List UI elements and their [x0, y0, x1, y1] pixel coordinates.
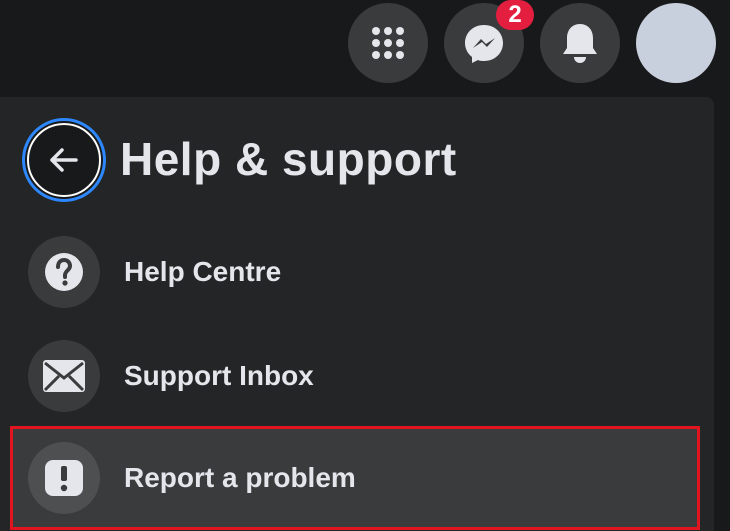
menu-item-label: Support Inbox [124, 360, 314, 391]
back-button-ring [27, 123, 101, 197]
back-button[interactable] [22, 118, 106, 202]
support-inbox-icon-wrap [28, 340, 100, 412]
menu-item-label: Report a problem [124, 462, 356, 493]
exclamation-icon [45, 460, 83, 496]
grid-menu-icon [372, 27, 404, 59]
messenger-badge: 2 [496, 0, 534, 30]
bell-icon [563, 24, 597, 63]
notifications-button[interactable] [540, 3, 620, 83]
avatar[interactable] [636, 3, 716, 83]
help-centre-icon-wrap [28, 236, 100, 308]
menu-item-support-inbox[interactable]: Support Inbox [12, 326, 696, 426]
envelope-icon [43, 360, 85, 392]
menu-item-label: Help Centre [124, 256, 282, 287]
arrow-left-icon [50, 148, 78, 172]
menu-item-help-centre[interactable]: Help Centre [12, 222, 696, 322]
report-problem-icon-wrap [28, 442, 100, 514]
messenger-icon [465, 25, 503, 63]
menu-item-report-problem[interactable]: Report a problem [10, 426, 700, 530]
question-icon [45, 253, 83, 291]
panel-edge [714, 97, 730, 531]
panel-title: Help & support [120, 133, 457, 185]
menu-button[interactable] [348, 3, 428, 83]
